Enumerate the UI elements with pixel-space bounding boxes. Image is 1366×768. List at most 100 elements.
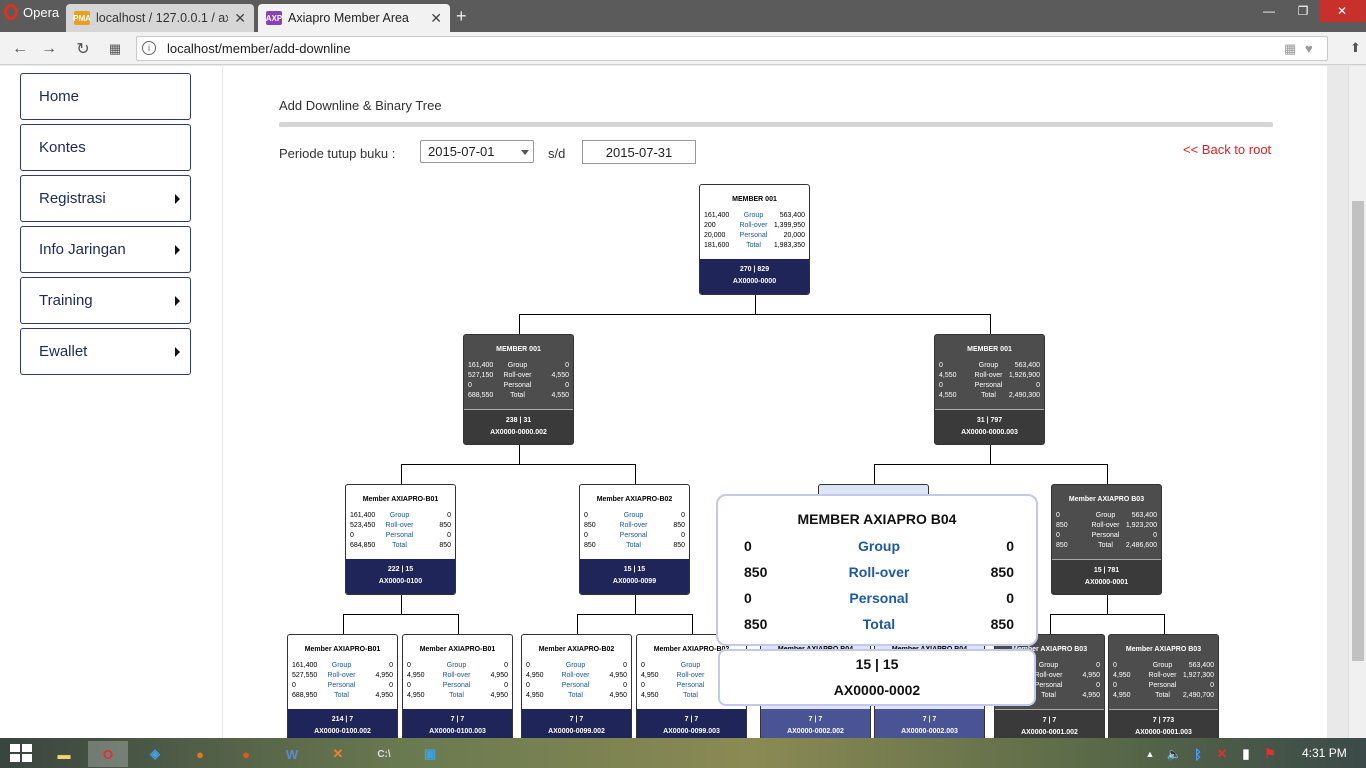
node-right-value: 0	[623, 662, 627, 669]
sidebar-item-registrasi[interactable]: Registrasi	[20, 175, 191, 222]
minimize-icon[interactable]: —	[1254, 0, 1284, 22]
node-stat-row: 688,550 Total 4,550	[468, 391, 569, 401]
close-window-icon[interactable]: ✕	[1319, 0, 1365, 22]
tree-node[interactable]: MEMBER 001 161,400 Group 0 527,150 Roll-over 4…	[463, 334, 574, 445]
sidebar-item-info-jaringan[interactable]: Info Jaringan	[20, 226, 191, 273]
node-stat-row: 161,400 Group 563,400	[704, 211, 805, 221]
new-tab-icon[interactable]: +	[456, 6, 467, 27]
sidebar-item-ewallet[interactable]: Ewallet	[20, 328, 191, 375]
network-icon[interactable]: ✕	[1212, 741, 1232, 767]
node-stat-row: 4,550 Roll-over 1,926,900	[939, 371, 1040, 381]
node-right-value: 0	[681, 512, 685, 519]
taskbar-clock[interactable]: 4:31 PM	[1302, 746, 1347, 760]
sidebar-item-home[interactable]: Home	[20, 73, 191, 120]
reload-icon[interactable]: ↻	[72, 38, 94, 60]
tree-connector	[576, 614, 578, 634]
node-right-value: 1,399,950	[773, 222, 805, 229]
node-stats: 161,400 Group 563,400 200 Roll-over 1,399,950…	[700, 211, 809, 259]
bookmark-heart-icon[interactable]: ♥	[1305, 41, 1313, 56]
node-stat-row: 20,000 Personal 20,000	[704, 231, 805, 241]
firefox-taskbar-icon[interactable]: ●	[180, 741, 220, 767]
tree-node[interactable]: Member AXIAPRO B03 0 Group 563,400 4,950 Roll…	[1108, 634, 1219, 738]
tab-phpmyadmin[interactable]: PMA localhost / 127.0.0.1 / axiap ✕	[66, 4, 254, 32]
node-right-value: 0	[504, 662, 508, 669]
back-to-root-link[interactable]: << Back to root	[1183, 142, 1271, 157]
sidebar-item-label: Home	[39, 88, 80, 105]
period-label: Periode tutup buku :	[279, 146, 396, 161]
tree-connector	[1106, 594, 1108, 614]
node-count: 31 | 797	[976, 417, 1003, 424]
tree-node[interactable]: Member AXIAPRO B03 0 Group 563,400 850 Roll-o…	[1051, 484, 1162, 595]
sidebar-item-label: Training	[39, 292, 93, 309]
node-code: AX0000-0100	[378, 578, 423, 585]
period-end-field[interactable]: 2015-07-31	[582, 140, 696, 164]
restore-icon[interactable]: ❐	[1288, 0, 1318, 22]
xampp-taskbar-icon[interactable]: ✕	[318, 741, 358, 767]
tab-axiapro[interactable]: AXP Axiapro Member Area ✕	[258, 4, 450, 32]
file-explorer-icon[interactable]: ▬	[44, 741, 84, 767]
close-tab-icon[interactable]: ✕	[234, 10, 246, 27]
node-left-value: 161,400	[350, 512, 376, 519]
node-count: 15 | 781	[1093, 567, 1120, 574]
sidebar-item-kontes[interactable]: Kontes	[20, 124, 191, 171]
tree-node[interactable]: Member AXIAPRO-B01 161,400 Group 0 523,450 Ro…	[345, 484, 456, 595]
node-count: 7 | 773	[1152, 717, 1175, 724]
cmd-taskbar-icon[interactable]: C:\	[364, 741, 404, 767]
app2-taskbar-icon[interactable]: ▣	[410, 741, 450, 767]
period-start-value: 2015-07-01	[428, 144, 495, 159]
firefox-dev-taskbar-icon[interactable]: ●	[226, 741, 266, 767]
node-count: 238 | 31	[505, 417, 532, 424]
period-start-select[interactable]: 2015-07-01	[420, 140, 534, 163]
node-stat-row: 4,950 Total 4,950	[526, 691, 627, 701]
tree-node[interactable]: Member AXIAPRO-B01 0 Group 0 4,950 Roll-over 4…	[402, 634, 513, 738]
node-left-value: 0	[1113, 662, 1117, 669]
node-code: AX0000-0100.002	[314, 728, 371, 735]
node-right-value: 1,926,900	[1008, 372, 1040, 379]
tray-overflow-icon[interactable]: ▲	[1140, 741, 1160, 767]
node-stat-label: Total	[683, 692, 698, 699]
node-count: 270 | 829	[739, 266, 770, 273]
scroll-up-icon[interactable]: ⬆	[1350, 40, 1366, 56]
node-stat-label: Roll-over	[385, 522, 414, 529]
notification-icon[interactable]: ⚑	[1260, 741, 1280, 767]
browser-title-bar: Opera PMA localhost / 127.0.0.1 / axiap …	[0, 0, 1366, 32]
axiapro-favicon-icon: AXP	[266, 11, 282, 25]
site-info-icon[interactable]: i	[142, 41, 156, 55]
windows-taskbar: ▬ O ◈ ● ● W ✕ C:\ ▣ ▲ 🔈 ᛒ ✕ ▮ ⚑ 4:31 PM	[0, 738, 1366, 768]
opera-menu-button[interactable]: Opera	[0, 0, 62, 24]
node-left-value: 850	[584, 522, 596, 529]
page-scrollbar[interactable]	[1348, 66, 1366, 738]
word-taskbar-icon[interactable]: W	[272, 741, 312, 767]
bluetooth-icon[interactable]: ᛒ	[1188, 741, 1208, 767]
battery-icon[interactable]: ▮	[1236, 741, 1256, 767]
tree-node[interactable]: Member AXIAPRO-B020Group04,950Roll-over4…	[521, 634, 632, 738]
tree-node[interactable]: MEMBER 001 161,400 Group 563,400 200 Roll-ove…	[699, 184, 810, 295]
node-right-value: 0	[565, 382, 569, 389]
app-taskbar-icon[interactable]: ◈	[135, 741, 175, 767]
node-code: AX0000-0099.002	[548, 728, 605, 735]
close-tab-icon[interactable]: ✕	[430, 10, 442, 27]
volume-icon[interactable]: 🔈	[1164, 741, 1184, 767]
url-input[interactable]: localhost/member/add-downline	[136, 36, 1328, 61]
tab-grid-icon[interactable]: ▦	[1284, 41, 1296, 57]
node-stat-label: Group	[680, 662, 701, 669]
node-code: AX0000-0100.003	[429, 728, 486, 735]
node-member-name: MEMBER 001	[732, 196, 777, 203]
tree-node[interactable]: Member AXIAPRO-B02 0 Group 0 850 Roll-over 850…	[579, 484, 690, 595]
tree-connector	[518, 314, 991, 315]
forward-icon[interactable]: →	[38, 38, 60, 60]
scrollbar-thumb[interactable]	[1352, 201, 1364, 661]
node-right-value: 1,927,300	[1182, 672, 1214, 679]
opera-logo-icon	[4, 4, 18, 20]
tree-connector	[1163, 614, 1165, 634]
opera-taskbar-icon[interactable]: O	[88, 741, 128, 767]
node-stat-label: Roll-over	[1034, 672, 1063, 679]
popup-row-label: Personal	[849, 590, 909, 606]
speed-dial-icon[interactable]: ▦	[104, 38, 126, 60]
windows-start-icon[interactable]	[10, 744, 32, 762]
node-right-value: 0	[447, 532, 451, 539]
back-icon[interactable]: ←	[9, 38, 31, 60]
tree-node[interactable]: Member AXIAPRO-B01 161,400 Group 0 527,550 Ro…	[287, 634, 398, 738]
sidebar-item-training[interactable]: Training	[20, 277, 191, 324]
tree-node[interactable]: MEMBER 001 0 Group 563,400 4,550 Roll-over 1,9…	[934, 334, 1045, 445]
